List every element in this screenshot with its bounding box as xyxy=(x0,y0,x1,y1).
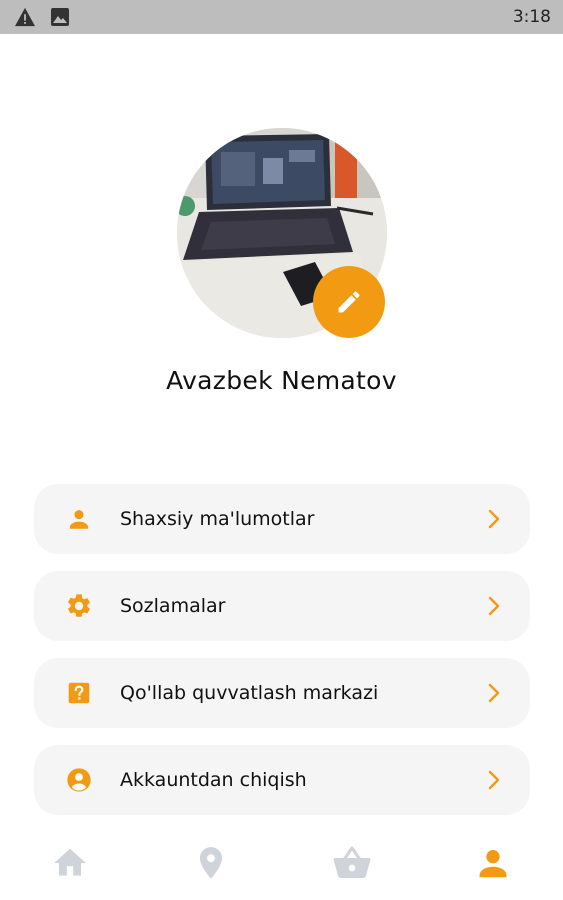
menu-item-personal-info[interactable]: Shaxsiy ma'lumotlar xyxy=(34,484,530,554)
chevron-right-icon xyxy=(488,770,500,790)
warning-icon xyxy=(15,7,35,27)
menu-item-label: Shaxsiy ma'lumotlar xyxy=(120,508,315,530)
nav-home[interactable] xyxy=(40,833,100,893)
help-icon xyxy=(64,678,94,708)
menu-item-label: Akkauntdan chiqish xyxy=(120,769,307,791)
home-icon xyxy=(54,848,87,876)
profile-name: Avazbek Nematov xyxy=(166,366,397,395)
status-icons xyxy=(14,7,70,27)
menu-item-label: Sozlamalar xyxy=(120,595,226,617)
chevron-right-icon xyxy=(488,683,500,703)
gear-icon xyxy=(64,591,94,621)
menu-item-support-center[interactable]: Qo'llab quvvatlash markazi xyxy=(34,658,530,728)
account-circle-icon xyxy=(64,765,94,795)
status-time: 3:18 xyxy=(512,7,551,27)
person-icon xyxy=(64,504,94,534)
bottom-nav xyxy=(0,826,563,900)
nav-location[interactable] xyxy=(181,833,241,893)
nav-profile[interactable] xyxy=(463,833,523,893)
status-bar: 3:18 xyxy=(0,0,563,34)
avatar-container xyxy=(177,128,387,338)
basket-icon xyxy=(333,846,371,878)
menu-item-logout[interactable]: Akkauntdan chiqish xyxy=(34,745,530,815)
menu-item-label: Qo'llab quvvatlash markazi xyxy=(120,682,379,704)
pencil-icon xyxy=(338,291,360,313)
nav-basket[interactable] xyxy=(322,833,382,893)
person-icon xyxy=(479,850,507,878)
chevron-right-icon xyxy=(488,509,500,529)
chevron-right-icon xyxy=(488,596,500,616)
image-icon xyxy=(51,8,69,26)
menu-item-settings[interactable]: Sozlamalar xyxy=(34,571,530,641)
location-icon xyxy=(200,847,223,879)
edit-avatar-button[interactable] xyxy=(313,266,385,338)
